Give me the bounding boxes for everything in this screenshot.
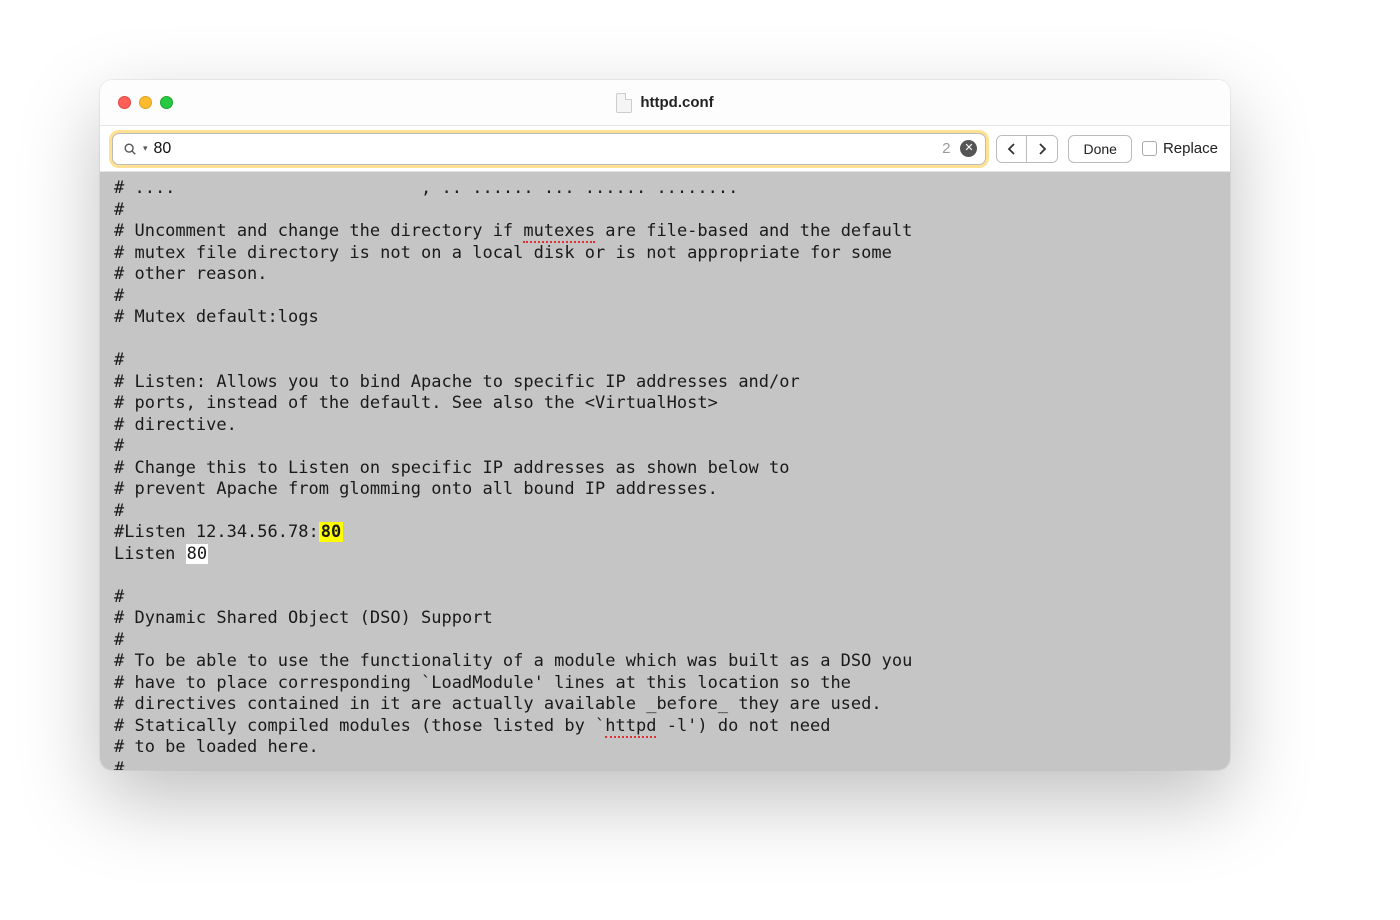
done-button[interactable]: Done (1068, 135, 1131, 163)
editor-window: httpd.conf ▾ 2 ✕ Done Replace (100, 80, 1230, 770)
next-match-button[interactable] (1027, 136, 1057, 162)
search-options-chevron-icon[interactable]: ▾ (143, 143, 148, 154)
search-icon (123, 142, 137, 156)
prev-next-segment (996, 135, 1058, 163)
close-window[interactable] (118, 96, 131, 109)
find-bar: ▾ 2 ✕ Done Replace (100, 126, 1230, 172)
replace-label: Replace (1163, 140, 1218, 157)
prev-match-button[interactable] (997, 136, 1027, 162)
minimize-window[interactable] (139, 96, 152, 109)
titlebar: httpd.conf (100, 80, 1230, 126)
replace-toggle[interactable]: Replace (1142, 140, 1218, 157)
zoom-window[interactable] (160, 96, 173, 109)
text-editor[interactable]: # .... , .. ...... ... ...... ........ #… (100, 172, 1230, 770)
search-field-wrap[interactable]: ▾ 2 ✕ (112, 133, 986, 165)
traffic-lights (100, 96, 173, 109)
result-count: 2 (942, 140, 950, 157)
document-title: httpd.conf (640, 94, 713, 111)
search-input[interactable] (154, 140, 937, 158)
clear-search-icon[interactable]: ✕ (960, 140, 977, 157)
replace-checkbox[interactable] (1142, 141, 1157, 156)
document-icon (616, 93, 632, 113)
